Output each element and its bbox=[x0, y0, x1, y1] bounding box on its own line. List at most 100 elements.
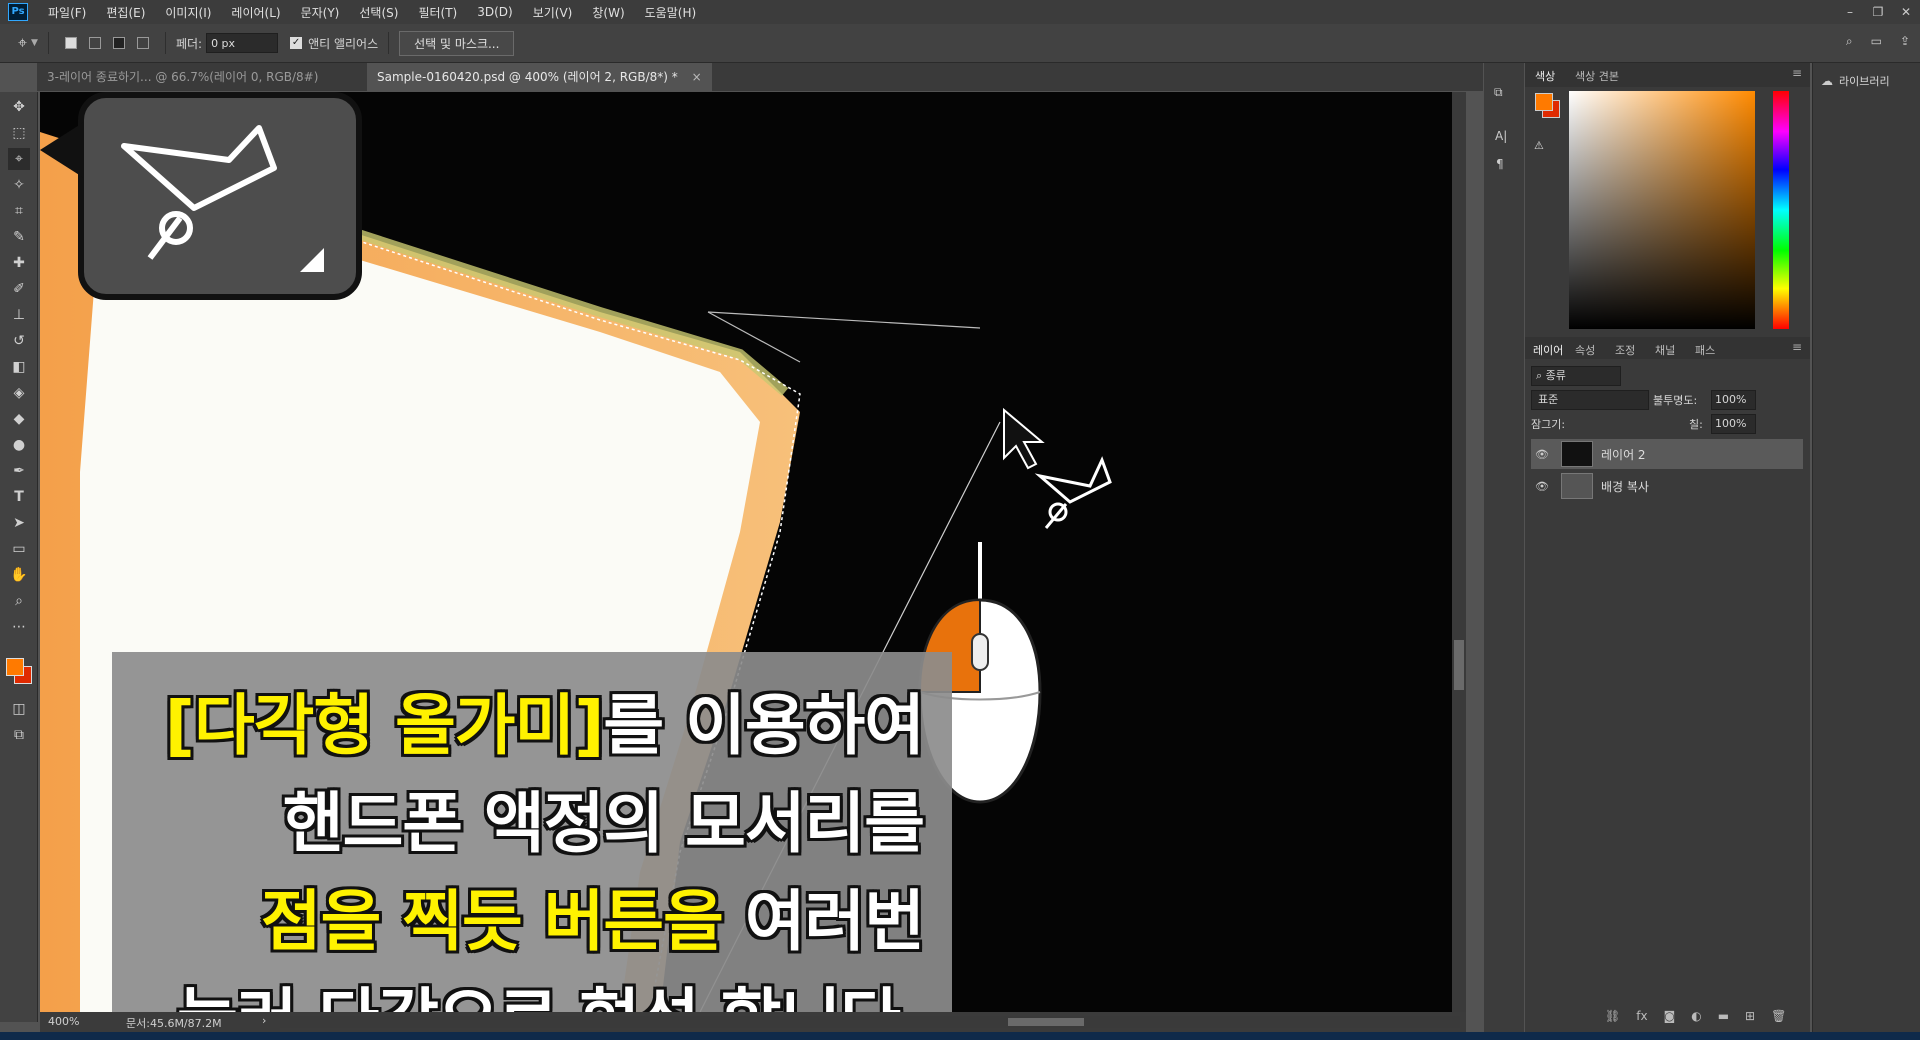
eyedropper-tool-icon[interactable]: ✎ bbox=[8, 226, 30, 248]
visibility-eye-icon[interactable]: 👁 bbox=[1531, 448, 1553, 461]
share-icon[interactable]: ⇪ bbox=[1900, 34, 1910, 49]
tab-layers[interactable]: 레이어 bbox=[1533, 342, 1563, 358]
hand-tool-icon[interactable]: ✋ bbox=[8, 564, 30, 586]
layer-row[interactable]: 👁 배경 복사 bbox=[1531, 471, 1803, 501]
menu-edit[interactable]: 편집(E) bbox=[96, 4, 155, 21]
paragraph-panel-icon[interactable]: ¶ bbox=[1496, 157, 1504, 171]
search-icon[interactable]: ⌕ bbox=[1846, 34, 1853, 49]
tab-channels[interactable]: 채널 bbox=[1655, 342, 1675, 358]
blur-tool-icon[interactable]: ◆ bbox=[8, 408, 30, 430]
history-panel-icon[interactable]: ⧉ bbox=[1494, 85, 1503, 100]
trash-icon[interactable]: 🗑 bbox=[1771, 1009, 1786, 1023]
foreground-color-swatch[interactable] bbox=[1535, 93, 1553, 111]
add-selection-icon[interactable] bbox=[88, 37, 101, 49]
menu-file[interactable]: 파일(F) bbox=[38, 4, 96, 21]
crop-tool-icon[interactable]: ⌗ bbox=[8, 200, 30, 222]
new-layer-icon[interactable]: ⊞ bbox=[1745, 1009, 1755, 1023]
close-icon[interactable]: × bbox=[692, 70, 702, 84]
tab-paths[interactable]: 패스 bbox=[1695, 342, 1715, 358]
zoom-tool-icon[interactable]: ⌕ bbox=[8, 590, 30, 612]
visibility-eye-icon[interactable]: 👁 bbox=[1531, 480, 1553, 493]
link-layers-icon[interactable]: ⛓ bbox=[1605, 1009, 1620, 1023]
new-selection-icon[interactable] bbox=[64, 37, 77, 49]
color-picker-field[interactable] bbox=[1569, 91, 1755, 329]
minimize-icon[interactable]: – bbox=[1836, 0, 1864, 24]
menu-help[interactable]: 도움말(H) bbox=[635, 4, 707, 21]
horizontal-scrollbar[interactable] bbox=[280, 1016, 1460, 1028]
polygonal-lasso-preset-icon[interactable]: ⌖ bbox=[18, 33, 27, 53]
tab-swatches[interactable]: 색상 견본 bbox=[1575, 68, 1619, 84]
blend-mode-select[interactable]: 표준 bbox=[1531, 390, 1649, 410]
pen-tool-icon[interactable]: ✒ bbox=[8, 460, 30, 482]
antialias-checkbox[interactable]: ✓ bbox=[290, 37, 303, 49]
menu-layer[interactable]: 레이어(L) bbox=[221, 4, 290, 21]
paint-bucket-icon[interactable]: ◈ bbox=[8, 382, 30, 404]
layer-row[interactable]: 👁 레이어 2 bbox=[1531, 439, 1803, 469]
libraries-label: 라이브러리 bbox=[1839, 75, 1890, 88]
restore-icon[interactable]: ❐ bbox=[1864, 0, 1892, 24]
new-group-icon[interactable]: ▬ bbox=[1718, 1009, 1729, 1023]
scrollbar-thumb[interactable] bbox=[1454, 640, 1464, 690]
filter-kind-label: 종류 bbox=[1545, 369, 1566, 382]
close-icon[interactable]: ✕ bbox=[1892, 0, 1920, 24]
history-brush-icon[interactable]: ↺ bbox=[8, 330, 30, 352]
brush-tool-icon[interactable]: ✐ bbox=[8, 278, 30, 300]
magic-wand-tool-icon[interactable]: ✧ bbox=[8, 174, 30, 196]
zoom-level[interactable]: 400% bbox=[48, 1015, 79, 1028]
status-menu-chevron-icon[interactable]: › bbox=[262, 1014, 266, 1027]
menu-view[interactable]: 보기(V) bbox=[523, 4, 583, 21]
fill-input[interactable]: 100% bbox=[1711, 414, 1756, 434]
hue-slider[interactable] bbox=[1773, 91, 1789, 329]
tab-properties[interactable]: 속성 bbox=[1575, 342, 1595, 358]
chevron-down-icon[interactable]: ▼ bbox=[31, 38, 38, 48]
tab-adjustments[interactable]: 조정 bbox=[1615, 342, 1635, 358]
stamp-tool-icon[interactable]: ⊥ bbox=[8, 304, 30, 326]
select-and-mask-button[interactable]: 선택 및 마스크... bbox=[399, 30, 515, 56]
tab-document-2[interactable]: Sample-0160420.psd @ 400% (레이어 2, RGB/8*… bbox=[367, 63, 712, 91]
intersect-selection-icon[interactable] bbox=[136, 37, 149, 49]
layer-filter-select[interactable]: ⌕ 종류 bbox=[1531, 366, 1621, 386]
subtract-selection-icon[interactable] bbox=[112, 37, 125, 49]
menu-filter[interactable]: 필터(T) bbox=[408, 4, 467, 21]
document-tabs: 3-레이어 종료하기... @ 66.7%(레이어 0, RGB/8#) Sam… bbox=[37, 63, 1483, 91]
healing-tool-icon[interactable]: ✚ bbox=[8, 252, 30, 274]
menu-select[interactable]: 선택(S) bbox=[349, 4, 408, 21]
tab-color[interactable]: 색상 bbox=[1535, 68, 1555, 84]
callout-pointer bbox=[40, 122, 84, 178]
add-mask-icon[interactable]: ◙ bbox=[1664, 1009, 1676, 1023]
scrollbar-thumb[interactable] bbox=[1008, 1018, 1084, 1026]
dodge-tool-icon[interactable]: ● bbox=[8, 434, 30, 456]
vertical-scrollbar[interactable] bbox=[1452, 92, 1466, 1012]
panel-menu-icon[interactable]: ≡ bbox=[1792, 66, 1802, 80]
rectangle-tool-icon[interactable]: ▭ bbox=[8, 538, 30, 560]
workspace-icon[interactable]: ▭ bbox=[1871, 34, 1882, 49]
feather-input[interactable] bbox=[206, 33, 279, 53]
foreground-color-swatch[interactable] bbox=[6, 658, 24, 676]
adjustment-layer-icon[interactable]: ◐ bbox=[1691, 1009, 1701, 1023]
gamut-warning-icon[interactable]: ⚠ bbox=[1534, 139, 1544, 152]
options-right-icons: ⌕ ▭ ⇪ bbox=[1846, 34, 1910, 49]
panel-menu-icon[interactable]: ≡ bbox=[1792, 340, 1802, 354]
libraries-tab[interactable]: ☁ 라이브러리 bbox=[1821, 73, 1890, 89]
fx-icon[interactable]: fx bbox=[1636, 1009, 1647, 1023]
tab-document-1[interactable]: 3-레이어 종료하기... @ 66.7%(레이어 0, RGB/8#) bbox=[37, 63, 392, 91]
eraser-tool-icon[interactable]: ◧ bbox=[8, 356, 30, 378]
quick-mask-icon[interactable]: ◫ bbox=[8, 698, 30, 720]
more-tools-icon[interactable]: ⋯ bbox=[8, 616, 30, 638]
menu-window[interactable]: 창(W) bbox=[582, 4, 634, 21]
polygonal-lasso-tool-icon[interactable]: ⌖ bbox=[8, 148, 30, 170]
path-selection-icon[interactable]: ➤ bbox=[8, 512, 30, 534]
type-tool-icon[interactable]: T bbox=[8, 486, 30, 508]
layer-name[interactable]: 배경 복사 bbox=[1601, 478, 1649, 495]
menu-image[interactable]: 이미지(I) bbox=[155, 4, 221, 21]
document-canvas[interactable]: [다각형 올가미]를 이용하여 핸드폰 액정의 모서리를 점을 찍듯 버튼을 여… bbox=[40, 92, 1466, 1012]
right-panels: 색상 색상 견본 ≡ ⚠ 레이어 속성 조정 채널 패스 ≡ ⌕ 종류 표준 불… bbox=[1525, 63, 1810, 1033]
opacity-input[interactable]: 100% bbox=[1711, 390, 1756, 410]
move-tool-icon[interactable]: ✥ bbox=[8, 96, 30, 118]
layer-name[interactable]: 레이어 2 bbox=[1601, 446, 1646, 463]
character-panel-icon[interactable]: A| bbox=[1495, 129, 1507, 143]
screen-mode-icon[interactable]: ⧉ bbox=[8, 724, 30, 746]
menu-3d[interactable]: 3D(D) bbox=[467, 5, 522, 19]
marquee-tool-icon[interactable]: ⬚ bbox=[8, 122, 30, 144]
menu-type[interactable]: 문자(Y) bbox=[291, 4, 350, 21]
